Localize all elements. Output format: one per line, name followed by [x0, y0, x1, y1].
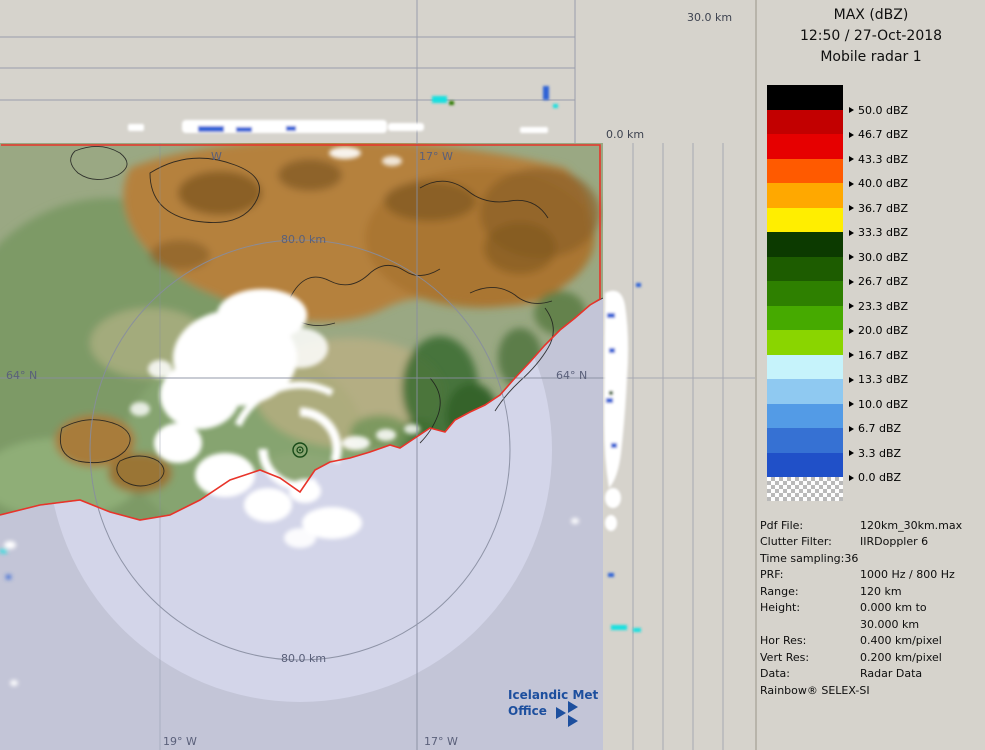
legend-entry: 26.7 dBZ [767, 256, 985, 288]
legend-entry: 16.7 dBZ [767, 330, 985, 362]
radar-app-window: { "palette": { "panel_bg": "#d6d3cc", "o… [0, 0, 985, 750]
info-row-label: Vert Res: [760, 650, 810, 664]
met-office-logo-line1: Icelandic Met [508, 688, 599, 702]
legend-entry: 0.0 dBZ [767, 452, 985, 484]
radar-name-label: Mobile radar 1 [820, 49, 922, 65]
legend-color-swatch [767, 183, 843, 208]
product-title: MAX (dBZ) [833, 7, 909, 23]
legend-entry: 20.0 dBZ [767, 305, 985, 337]
longitude-label-bottom-left: 19° W [163, 735, 197, 748]
info-row: PRF: 1000 Hz / 800 Hz [760, 567, 985, 584]
top-cross-section-panel: 30.0 km 0.0 km [0, 0, 732, 143]
info-row-value: 30.000 km [860, 617, 920, 631]
info-row-value [860, 551, 985, 568]
legend-color-swatch [767, 379, 843, 404]
legend-entry: 13.3 dBZ [767, 354, 985, 386]
software-brand-label: Rainbow® SELEX-SI [760, 683, 870, 697]
range-ring-label-bottom: 80.0 km [281, 652, 326, 665]
datetime-label: 12:50 / 27-Oct-2018 [799, 28, 943, 44]
range-ring-label-top: 80.0 km [281, 233, 326, 246]
legend-rows: 50.0 dBZ 46.7 dBZ 43.3 dBZ 40.0 dBZ 36.7 dBZ… [767, 85, 985, 484]
info-row-label: Range: [760, 584, 799, 598]
side-panel-echoes [604, 283, 641, 632]
info-row-value: 0.400 km/pixel [860, 634, 942, 647]
info-row-label: Data: [760, 667, 790, 680]
legend-color-swatch [767, 403, 843, 428]
info-row-value: 120 km [860, 584, 902, 598]
info-row: Range: 120 km [760, 584, 985, 601]
met-office-logo-line2: Office [508, 704, 547, 718]
legend-entry: 10.0 dBZ [767, 379, 985, 411]
info-row: Clutter Filter: IIRDoppler 6 [760, 534, 985, 551]
info-row: Pdf File: 120km_30km.max [760, 518, 985, 535]
legend-color-swatch [767, 452, 843, 477]
legend-color-swatch [767, 232, 843, 257]
top-panel-axis-min-label: 0.0 km [606, 128, 644, 141]
latitude-label-left: 64° N [6, 369, 37, 382]
legend-color-swatch [767, 85, 843, 110]
legend-entry: 43.3 dBZ [767, 134, 985, 166]
info-row-label: Height: [760, 601, 801, 614]
info-row: Vert Res: 0.200 km/pixel [760, 650, 985, 667]
legend-color-swatch [767, 134, 843, 159]
legend-color-swatch [767, 305, 843, 330]
radar-map-panel: 80.0 km 80.0 km 64° N 64° N W 17° W 19° … [0, 143, 603, 750]
legend-entry [767, 477, 985, 502]
legend-color-swatch [767, 428, 843, 453]
legend-entry: 33.3 dBZ [767, 207, 985, 239]
legend-color-swatch [767, 281, 843, 306]
longitude-label-top-left: W [211, 150, 222, 163]
info-panel: MAX (dBZ) 12:50 / 27-Oct-2018 Mobile rad… [755, 0, 985, 750]
info-row-value: 0.000 km to [860, 601, 927, 614]
legend-color-swatch [767, 330, 843, 355]
legend-entry: 23.3 dBZ [767, 281, 985, 313]
legend-transparent-swatch [767, 477, 843, 501]
legend-entry: 46.7 dBZ [767, 109, 985, 141]
legend-entry: 36.7 dBZ [767, 183, 985, 215]
longitude-label-top-right: 17° W [419, 150, 453, 163]
info-row-value: 120km_30km.max [860, 518, 963, 532]
info-row-label: Time sampling:36 [760, 551, 859, 565]
legend-color-swatch [767, 354, 843, 379]
info-row-label [760, 617, 860, 634]
info-row-value: IIRDoppler 6 [860, 535, 929, 548]
legend-entry: 40.0 dBZ [767, 158, 985, 190]
side-panel-gridlines [603, 143, 755, 750]
scan-info-block: Pdf File: 120km_30km.max Clutter Filter: II… [757, 518, 985, 700]
title-block: MAX (dBZ) 12:50 / 27-Oct-2018 Mobile rad… [757, 0, 985, 68]
info-row: 30.000 km [760, 617, 985, 634]
side-cross-section-panel [603, 143, 755, 750]
legend-color-swatch [767, 207, 843, 232]
info-rows: Pdf File: 120km_30km.max Clutter Filter: II… [760, 518, 985, 683]
legend-entry: 6.7 dBZ [767, 403, 985, 435]
legend-entry: 50.0 dBZ [767, 85, 985, 117]
legend-color-swatch [767, 109, 843, 134]
legend-color-swatch [767, 256, 843, 281]
info-row: Height: 0.000 km to [760, 600, 985, 617]
top-panel-axis-max-label: 30.0 km [687, 11, 732, 24]
top-panel-echoes [128, 86, 558, 133]
legend-color-swatch [767, 158, 843, 183]
legend-entry: 30.0 dBZ [767, 232, 985, 264]
info-row-label: Clutter Filter: [760, 535, 832, 548]
info-row-label: PRF: [760, 568, 784, 581]
info-row: Time sampling:36 [760, 551, 985, 568]
info-row: Data: Radar Data [760, 666, 985, 683]
longitude-label-bottom-right: 17° W [424, 735, 458, 748]
reflectivity-legend: 50.0 dBZ 46.7 dBZ 43.3 dBZ 40.0 dBZ 36.7 dBZ… [757, 85, 985, 502]
legend-entry: 3.3 dBZ [767, 428, 985, 460]
info-row-label: Hor Res: [760, 634, 807, 647]
info-row-label: Pdf File: [760, 518, 804, 532]
latitude-label-right: 64° N [556, 369, 587, 382]
info-row-value: 0.200 km/pixel [860, 650, 942, 664]
info-row-value: 1000 Hz / 800 Hz [860, 568, 955, 581]
info-row-value: Radar Data [860, 667, 923, 680]
info-row: Hor Res: 0.400 km/pixel [760, 633, 985, 650]
